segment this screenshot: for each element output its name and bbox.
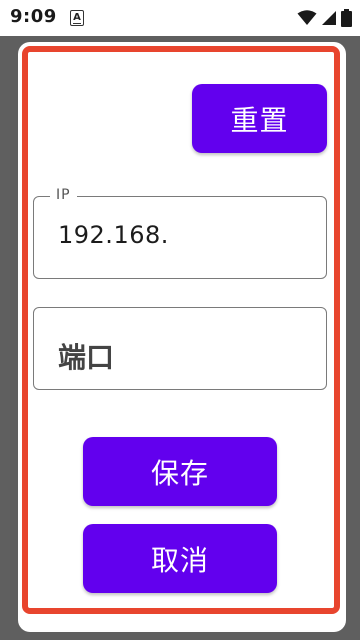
status-bar: 9:09 A (0, 0, 360, 36)
status-time: 9:09 (10, 6, 57, 27)
port-field[interactable]: 端口 (33, 307, 327, 390)
port-field-placeholder: 端口 (58, 341, 115, 374)
cancel-button[interactable]: 取消 (83, 524, 277, 593)
ip-field-label: IP (50, 187, 77, 203)
wifi-icon (297, 10, 317, 25)
ip-field-value: 192.168. (58, 221, 169, 249)
status-icons (297, 7, 352, 29)
reset-button[interactable]: 重置 (192, 84, 327, 153)
save-button[interactable]: 保存 (83, 437, 277, 506)
notification-a-icon: A (70, 10, 84, 26)
ip-field[interactable]: IP 192.168. (33, 187, 327, 279)
battery-icon (341, 9, 352, 27)
signal-icon (322, 11, 336, 25)
